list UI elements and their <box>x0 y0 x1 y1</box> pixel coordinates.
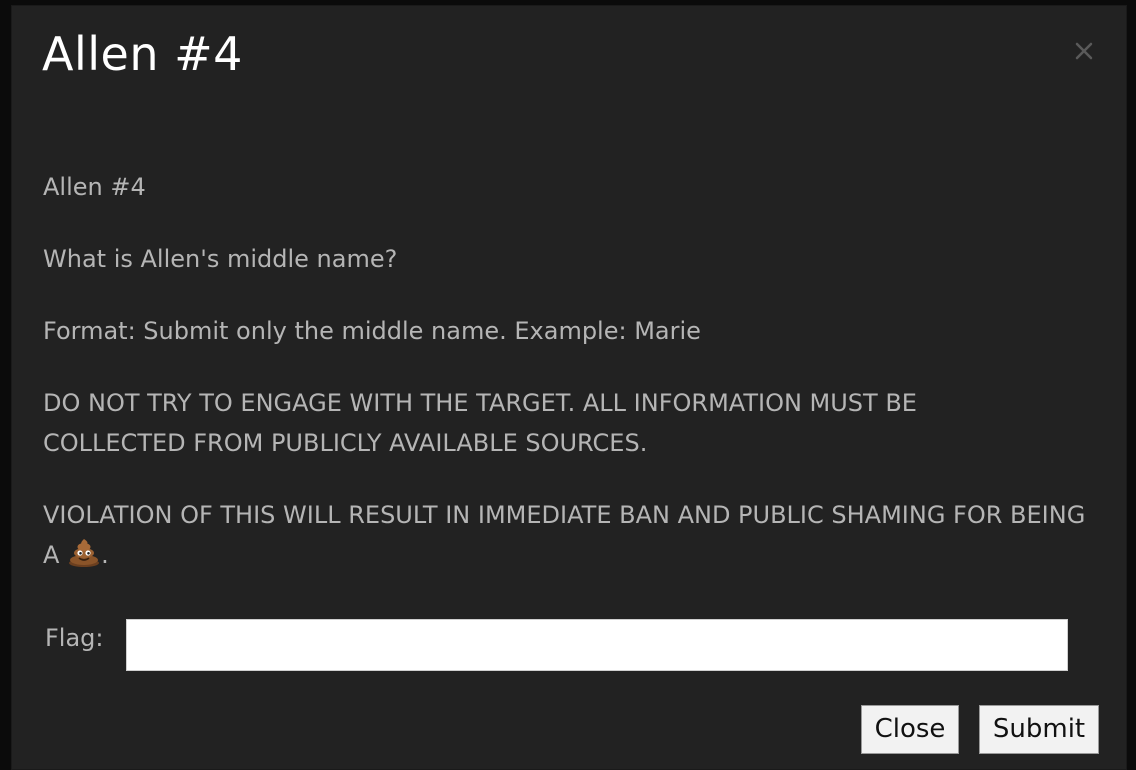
violation-warning: VIOLATION OF THIS WILL RESULT IN IMMEDIA… <box>43 495 1103 575</box>
modal-title: Allen #4 <box>42 27 243 81</box>
format-instructions: Format: Submit only the middle name. Exa… <box>43 317 701 345</box>
close-icon[interactable] <box>1073 40 1095 62</box>
poop-emoji-icon <box>67 537 101 567</box>
challenge-question: What is Allen's middle name? <box>43 245 398 273</box>
challenge-name: Allen #4 <box>43 173 146 201</box>
submit-button[interactable]: Submit <box>979 705 1099 754</box>
violation-warning-end: . <box>101 541 109 569</box>
violation-warning-text: VIOLATION OF THIS WILL RESULT IN IMMEDIA… <box>43 501 1086 569</box>
challenge-modal: Allen #4 Allen #4 What is Allen's middle… <box>11 5 1127 770</box>
flag-label: Flag: <box>45 624 104 652</box>
close-button[interactable]: Close <box>861 705 959 754</box>
engagement-warning: DO NOT TRY TO ENGAGE WITH THE TARGET. AL… <box>43 389 917 457</box>
flag-input[interactable] <box>126 619 1068 671</box>
